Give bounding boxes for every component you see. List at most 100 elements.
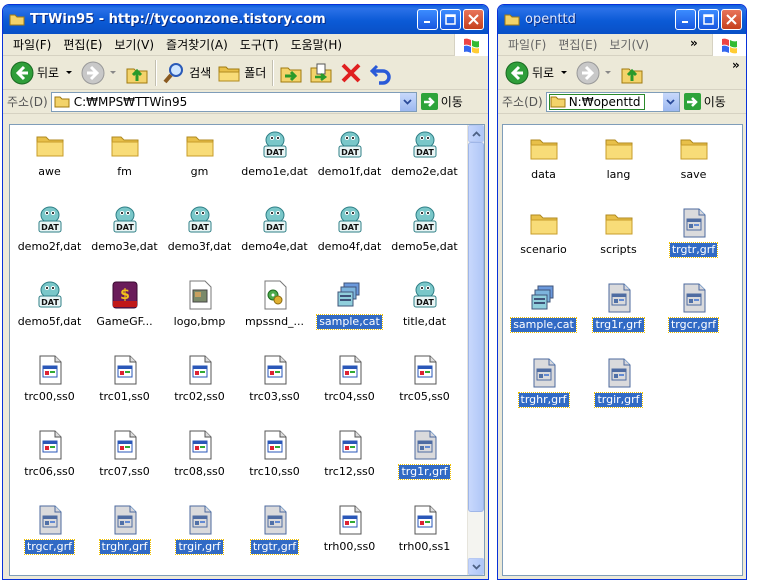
scroll-down-button[interactable] (468, 558, 484, 575)
go-button[interactable]: 이동 (683, 93, 726, 110)
close-button[interactable] (721, 9, 742, 30)
file-list-view[interactable]: awe fm gm demo1e,dat demo1f,dat demo2e,dat dem… (9, 124, 485, 576)
file-item[interactable]: demo3f,dat (162, 203, 237, 278)
maximize-button[interactable] (440, 9, 461, 30)
up-button[interactable] (122, 59, 152, 87)
file-item[interactable]: trc04,ss0 (312, 353, 387, 428)
file-item[interactable]: GameGF... (87, 278, 162, 353)
file-item[interactable]: demo5e,dat (387, 203, 462, 278)
back-button[interactable]: 뒤로 (7, 59, 78, 87)
file-item[interactable]: trgir,grf (581, 356, 656, 431)
file-item[interactable]: trgir,grf (162, 503, 237, 575)
maximize-icon (703, 14, 714, 25)
back-button[interactable]: 뒤로 (502, 59, 573, 87)
file-item[interactable]: mpssnd_... (237, 278, 312, 353)
move-to-folder-icon (280, 67, 302, 82)
file-item[interactable]: trghr,grf (506, 356, 581, 431)
delete-button[interactable] (336, 59, 366, 87)
up-button[interactable] (617, 59, 647, 87)
file-item[interactable]: sample,cat (506, 281, 581, 356)
undo-button[interactable] (366, 59, 396, 87)
file-list-view[interactable]: data lang save scenario scripts trgtr,grf samp… (502, 124, 743, 576)
file-item[interactable]: demo3e,dat (87, 203, 162, 278)
explorer-window-openttd: openttd 파일(F) 편집(E) 보기(V) » 뒤로 » 주소(D) N… (497, 4, 747, 580)
file-item[interactable]: trgtr,grf (237, 503, 312, 575)
minimize-button[interactable] (675, 9, 696, 30)
file-item[interactable]: trgcr,grf (12, 503, 87, 575)
address-input[interactable]: N:₩openttd (545, 91, 680, 112)
file-item[interactable]: trgtr,grf (656, 206, 731, 281)
file-item[interactable]: save (656, 131, 731, 206)
window-file-icon (183, 503, 217, 537)
go-button[interactable]: 이동 (420, 93, 463, 110)
file-item[interactable]: gm (162, 128, 237, 203)
file-item[interactable]: demo1f,dat (312, 128, 387, 203)
forward-button[interactable] (78, 59, 122, 87)
menu-edit[interactable]: 편집(E) (552, 36, 603, 53)
file-item[interactable]: trc03,ss0 (237, 353, 312, 428)
file-item[interactable]: trc05,ss0 (387, 353, 462, 428)
file-item[interactable]: demo5f,dat (12, 278, 87, 353)
minimize-button[interactable] (417, 9, 438, 30)
file-item[interactable]: demo4f,dat (312, 203, 387, 278)
file-item-label: trgir,grf (175, 539, 224, 555)
move-to-button[interactable] (276, 59, 306, 87)
file-item[interactable]: trc06,ss0 (12, 428, 87, 503)
close-button[interactable] (463, 9, 484, 30)
file-item[interactable]: logo,bmp (162, 278, 237, 353)
file-item[interactable]: scenario (506, 206, 581, 281)
file-item[interactable]: demo1e,dat (237, 128, 312, 203)
address-dropdown-button[interactable] (398, 92, 416, 111)
file-item[interactable]: trh00,ss1 (387, 503, 462, 575)
close-icon (726, 14, 737, 25)
title-bar[interactable]: openttd (498, 5, 746, 34)
file-item[interactable]: trc12,ss0 (312, 428, 387, 503)
file-item-label: scripts (600, 243, 637, 256)
file-item[interactable]: demo2f,dat (12, 203, 87, 278)
menu-help[interactable]: 도움말(H) (285, 36, 349, 53)
file-item[interactable]: trgcr,grf (656, 281, 731, 356)
title-bar[interactable]: TTWin95 - http://tycoonzone.tistory.com (3, 5, 488, 34)
file-item[interactable]: trc07,ss0 (87, 428, 162, 503)
copy-to-button[interactable] (306, 59, 336, 87)
file-item[interactable]: lang (581, 131, 656, 206)
file-item[interactable]: demo4e,dat (237, 203, 312, 278)
scroll-up-button[interactable] (468, 125, 484, 142)
file-item[interactable]: trc00,ss0 (12, 353, 87, 428)
file-item[interactable]: demo2e,dat (387, 128, 462, 203)
menu-overflow-chevron-icon[interactable]: » (690, 36, 698, 50)
forward-button[interactable] (573, 59, 617, 87)
menu-file[interactable]: 파일(F) (7, 36, 57, 53)
file-item[interactable]: trc10,ss0 (237, 428, 312, 503)
menu-tools[interactable]: 도구(T) (234, 36, 285, 53)
file-item[interactable]: trg1r,grf (387, 428, 462, 503)
file-item[interactable]: title,dat (387, 278, 462, 353)
window-file-icon (108, 353, 142, 387)
file-item[interactable]: scripts (581, 206, 656, 281)
file-item[interactable]: fm (87, 128, 162, 203)
menu-view[interactable]: 보기(V) (603, 36, 655, 53)
file-item[interactable]: trc02,ss0 (162, 353, 237, 428)
file-item[interactable]: trc01,ss0 (87, 353, 162, 428)
menu-view[interactable]: 보기(V) (108, 36, 160, 53)
file-item[interactable]: trg1r,grf (581, 281, 656, 356)
file-item[interactable]: awe (12, 128, 87, 203)
file-item[interactable]: sample,cat (312, 278, 387, 353)
folder-up-icon (126, 68, 148, 83)
scroll-thumb[interactable] (468, 142, 484, 512)
address-input[interactable]: C:₩MPS₩TTWin95 (50, 91, 417, 112)
file-item[interactable]: trc08,ss0 (162, 428, 237, 503)
menu-edit[interactable]: 편집(E) (57, 36, 108, 53)
file-item[interactable]: trghr,grf (87, 503, 162, 575)
maximize-button[interactable] (698, 9, 719, 30)
toolbar-overflow-chevron-icon[interactable]: » (732, 58, 740, 72)
address-dropdown-button[interactable] (661, 92, 679, 111)
vertical-scrollbar[interactable] (467, 125, 484, 575)
folder-icon (183, 128, 217, 162)
menu-file[interactable]: 파일(F) (502, 36, 552, 53)
folders-button[interactable]: 폴더 (214, 59, 269, 87)
menu-favorites[interactable]: 즐겨찾기(A) (160, 36, 234, 53)
file-item[interactable]: data (506, 131, 581, 206)
search-button[interactable]: 검색 (159, 59, 214, 87)
file-item[interactable]: trh00,ss0 (312, 503, 387, 575)
